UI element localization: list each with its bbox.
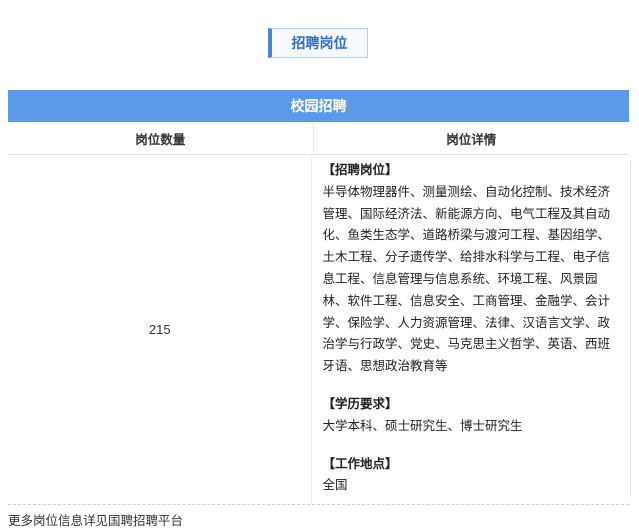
location-text: 全国 — [322, 477, 348, 493]
footer-note: 更多岗位信息详见国聘招聘平台 — [8, 513, 184, 528]
education-text: 大学本科、硕士研究生、博士研究生 — [322, 417, 523, 433]
column-header-detail: 岗位详情 — [446, 131, 497, 147]
column-header-count: 岗位数量 — [8, 122, 314, 154]
cell-scrollbar[interactable] — [630, 161, 635, 497]
recruitment-table: 校园招聘 岗位数量 岗位详情 215 【招聘岗位】 半导体物理器件、测量测绘、自… — [8, 90, 631, 506]
position-count: 215 — [8, 155, 313, 504]
education-title: 【学历要求】 — [322, 395, 398, 411]
table-banner: 校园招聘 — [8, 90, 629, 122]
table-row: 215 【招聘岗位】 半导体物理器件、测量测绘、自动化控制、技术经济管理、国际经… — [8, 155, 631, 505]
location-title: 【工作地点】 — [322, 455, 398, 471]
position-detail: 【招聘岗位】 半导体物理器件、测量测绘、自动化控制、技术经济管理、国际经济法、新… — [312, 155, 631, 504]
table-header-row: 岗位数量 岗位详情 — [8, 122, 629, 155]
positions-title: 【招聘岗位】 — [322, 162, 398, 177]
section-heading: 招聘岗位 — [268, 28, 368, 58]
positions-text: 半导体物理器件、测量测绘、自动化控制、技术经济管理、国际经济法、新能源方向、电气… — [322, 183, 610, 374]
